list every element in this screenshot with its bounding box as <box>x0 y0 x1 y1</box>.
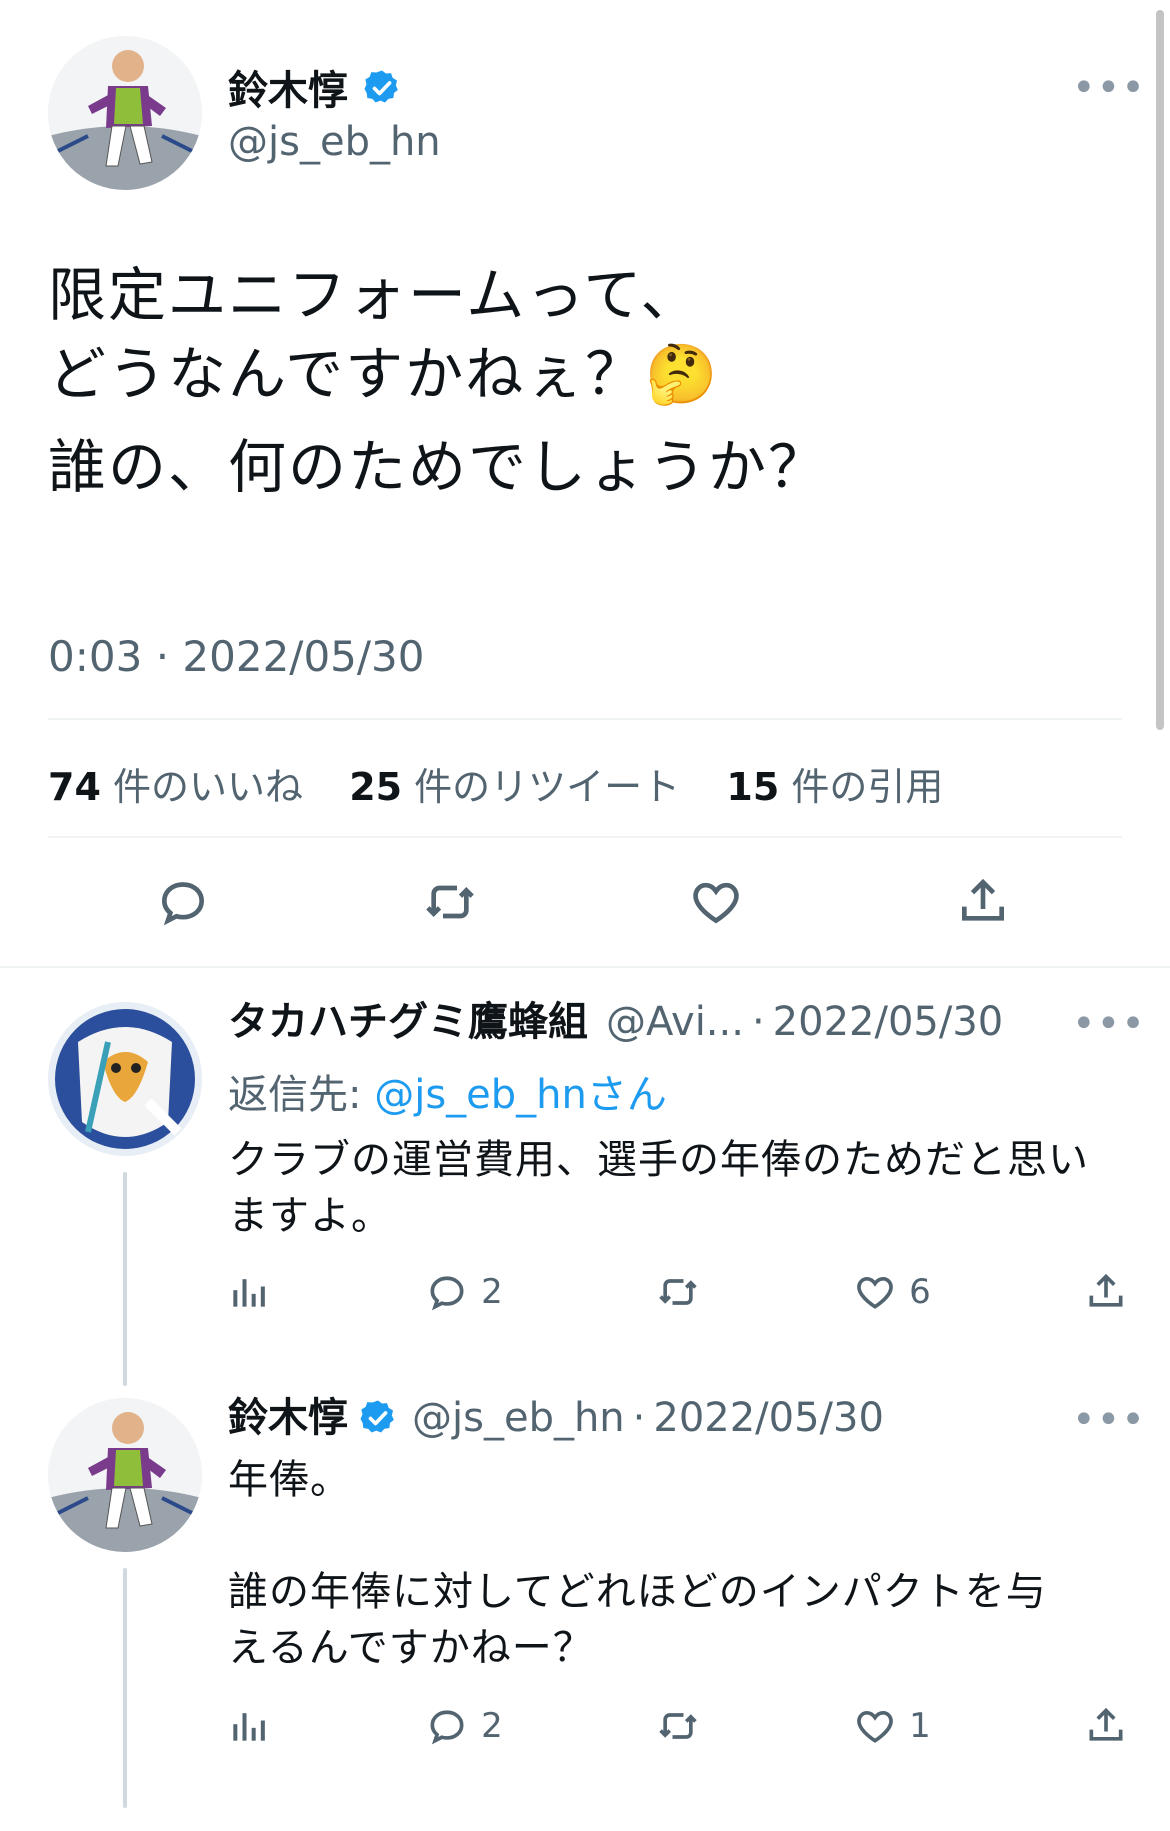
separator-dot: · <box>751 999 765 1045</box>
divider <box>0 966 1170 968</box>
reply-icon[interactable] <box>155 874 211 930</box>
reply-avatar[interactable] <box>48 1398 202 1552</box>
more-options-icon[interactable]: ••• <box>1072 1004 1146 1044</box>
quotes-stat[interactable]: 15 件の引用 <box>726 765 943 809</box>
tweet-text: 限定ユニフォームって、 どうなんですかねぇ？🤔 誰の、何のためでしょうか？ <box>48 256 1128 507</box>
divider <box>48 836 1122 838</box>
reply-count: 2 <box>481 1272 503 1312</box>
like-button[interactable]: 6 <box>853 1270 931 1314</box>
like-button[interactable]: 1 <box>853 1704 931 1748</box>
tweet-text-line: 限定ユニフォームって、 <box>48 261 701 329</box>
reply-date[interactable]: 2022/05/30 <box>773 1002 1004 1042</box>
reply-header: タカハチグミ鷹蜂組 @Avi... · 2022/05/30 <box>228 1002 1003 1042</box>
quotes-count: 15 <box>726 765 780 809</box>
reply-to-handle[interactable]: @js_eb_hnさん <box>374 1072 667 1118</box>
avatar-illustration <box>48 1002 202 1156</box>
reply-header: 鈴木惇 @js_eb_hn · 2022/05/30 <box>228 1398 884 1438</box>
reply-text-line: ますよ。 <box>228 1193 392 1239</box>
reply-author-handle[interactable]: @js_eb_hn <box>412 1398 625 1438</box>
thread-line <box>123 1172 127 1386</box>
reply-text: 年俸。 誰の年俸に対してどれほどのインパクトを与 えるんですかねー？ <box>228 1452 1128 1676</box>
reply-text-line: えるんですかねー？ <box>228 1625 594 1671</box>
retweets-count: 25 <box>349 765 403 809</box>
heart-icon <box>857 1276 893 1309</box>
separator-dot: · <box>632 1395 646 1441</box>
reply-button[interactable]: 2 <box>425 1704 503 1748</box>
likes-count: 74 <box>48 765 101 809</box>
retweet-icon[interactable] <box>656 1270 700 1314</box>
reply-author-name[interactable]: タカハチグミ鷹蜂組 <box>228 1002 588 1042</box>
reply-to-prefix: 返信先: <box>228 1072 375 1118</box>
verified-badge-icon <box>360 1400 394 1433</box>
heart-icon <box>857 1710 893 1743</box>
reply-to-line: 返信先: @js_eb_hnさん <box>228 1062 667 1120</box>
avatar-illustration <box>48 1398 202 1552</box>
thread-line <box>123 1568 127 1808</box>
separator-dot: · <box>155 632 170 681</box>
author-name-text: 鈴木惇 <box>228 68 348 114</box>
share-icon[interactable] <box>955 874 1011 930</box>
author-name[interactable]: 鈴木惇 <box>228 68 402 111</box>
like-count: 1 <box>909 1706 931 1746</box>
more-options-icon[interactable]: ••• <box>1072 1400 1146 1440</box>
divider <box>48 718 1122 720</box>
quotes-label: 件の引用 <box>791 765 944 809</box>
reply-icon <box>430 1276 464 1311</box>
scrollbar[interactable] <box>1156 10 1164 730</box>
share-icon[interactable] <box>1084 1270 1128 1314</box>
reply-text-line: 年俸。 <box>228 1457 351 1503</box>
reply-author-handle[interactable]: @Avi... <box>606 1002 744 1042</box>
reply-text: クラブの運営費用、選手の年俸のためだと思い ますよ。 <box>228 1132 1128 1244</box>
reply-actions: 2 6 <box>228 1270 1128 1314</box>
reply-button[interactable]: 2 <box>425 1270 503 1314</box>
retweet-icon[interactable] <box>656 1704 700 1748</box>
analytics-icon[interactable] <box>228 1270 272 1314</box>
share-icon[interactable] <box>1084 1704 1128 1748</box>
reply-author-name[interactable]: 鈴木惇 <box>228 1398 348 1438</box>
more-options-icon[interactable]: ••• <box>1072 68 1146 108</box>
engagement-stats: 74 件のいいね 25 件のリツイート 15 件の引用 <box>48 756 943 811</box>
author-handle[interactable]: @js_eb_hn <box>228 122 441 162</box>
reply-actions: 2 1 <box>228 1704 1128 1748</box>
retweets-label: 件のリツイート <box>414 765 681 809</box>
reply-date[interactable]: 2022/05/30 <box>653 1398 884 1438</box>
like-count: 6 <box>909 1272 931 1312</box>
likes-stat[interactable]: 74 件のいいね <box>48 765 315 809</box>
tweet-text-line: どうなんですかねぇ？🤔 <box>48 339 720 408</box>
tweet-date: 2022/05/30 <box>182 632 425 681</box>
reply-text-line: 誰の年俸に対してどれほどのインパクトを与 <box>228 1569 1047 1615</box>
analytics-icon[interactable] <box>228 1704 272 1748</box>
likes-label: 件のいいね <box>112 765 303 809</box>
reply-avatar[interactable] <box>48 1002 202 1156</box>
tweet-text-line: 誰の、何のためでしょうか？ <box>48 432 829 501</box>
tweet-time: 0:03 <box>48 632 143 681</box>
retweet-icon[interactable] <box>422 874 478 930</box>
tweet-timestamp[interactable]: 0:03 · 2022/05/30 <box>48 632 424 681</box>
heart-icon[interactable] <box>688 874 744 930</box>
reply-count: 2 <box>481 1706 503 1746</box>
avatar-illustration <box>48 36 202 190</box>
retweets-stat[interactable]: 25 件のリツイート <box>349 765 692 809</box>
avatar[interactable] <box>48 36 202 190</box>
reply-text-line: クラブの運営費用、選手の年俸のためだと思い <box>228 1137 1089 1183</box>
verified-badge-icon <box>364 70 398 103</box>
reply-icon <box>430 1710 464 1745</box>
